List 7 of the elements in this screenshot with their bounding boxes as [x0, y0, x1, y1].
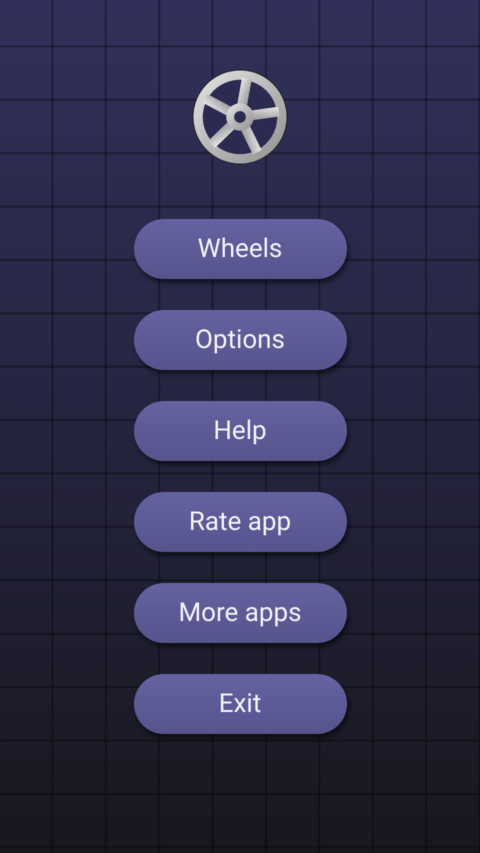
menu-button[interactable]: More apps — [134, 583, 346, 643]
menu-button[interactable]: Help — [134, 401, 346, 461]
menu-button[interactable]: Rate app — [134, 492, 346, 552]
menu-button[interactable]: Wheels — [134, 219, 346, 279]
menu-button[interactable]: Exit — [134, 674, 346, 734]
wheel-icon — [192, 69, 288, 165]
menu-button[interactable]: Options — [134, 310, 346, 370]
